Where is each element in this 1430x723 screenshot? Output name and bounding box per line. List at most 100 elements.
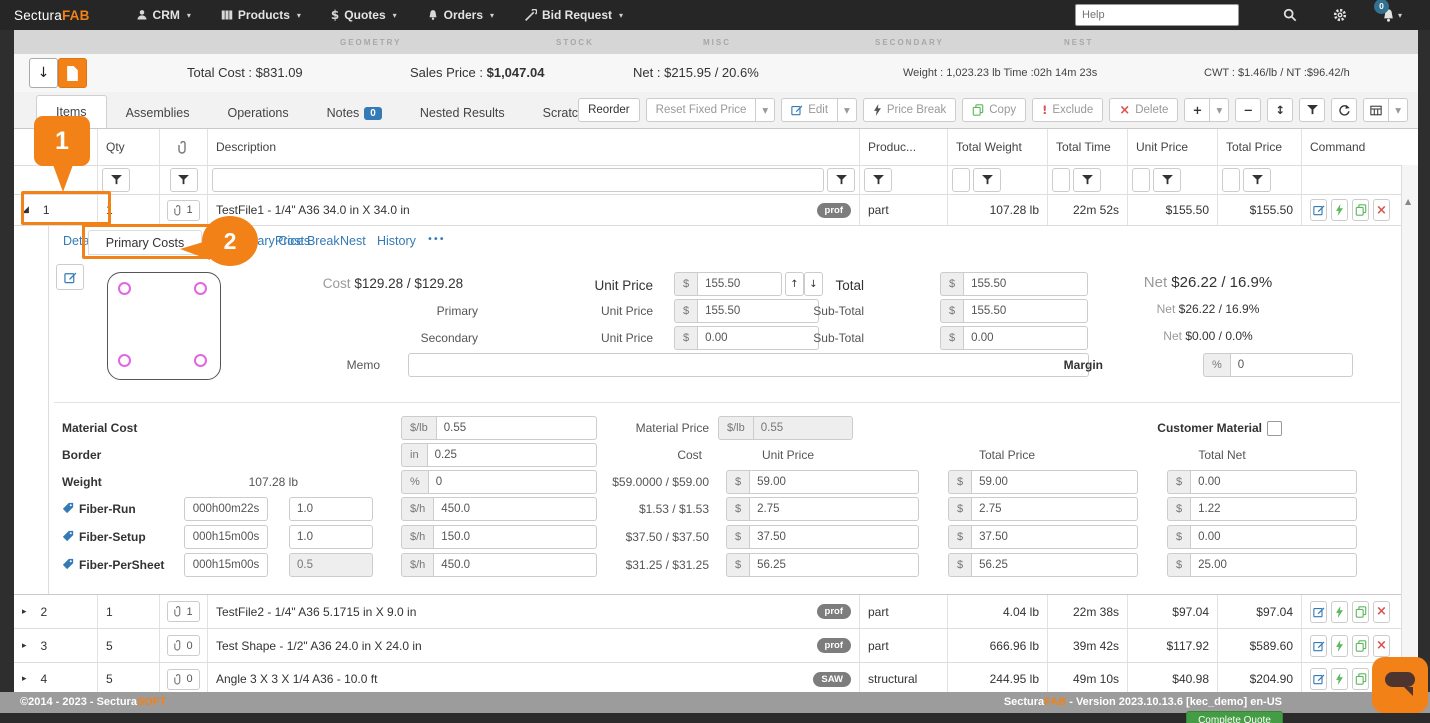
fiber-run-qty-input[interactable]	[289, 497, 373, 521]
total-price-filter-input[interactable]	[1222, 168, 1240, 192]
row-copy-button[interactable]	[1352, 601, 1369, 623]
col-total-price[interactable]: Total Price	[1218, 129, 1302, 165]
margin-input[interactable]	[1230, 353, 1353, 377]
expand-cell[interactable]: ▸4	[14, 663, 98, 695]
row-copy-button[interactable]	[1352, 635, 1369, 657]
fiber-persheet-time-input[interactable]	[184, 553, 268, 577]
fiber-run-time-input[interactable]	[184, 497, 268, 521]
funnel-icon[interactable]	[170, 168, 198, 192]
description-cell[interactable]: TestFile2 - 1/4" A36 5.1715 in X 9.0 inp…	[208, 595, 860, 628]
col-total-weight[interactable]: Total Weight	[948, 129, 1048, 165]
row-copy-button[interactable]	[1352, 668, 1369, 690]
funnel-icon[interactable]	[1153, 168, 1181, 192]
detail-edit-button[interactable]	[56, 264, 84, 290]
chat-widget-button[interactable]	[1372, 657, 1428, 713]
customer-material-checkbox[interactable]	[1267, 421, 1282, 436]
memo-input[interactable]	[408, 353, 1089, 377]
delete-button[interactable]: × Delete	[1109, 98, 1178, 122]
row-price-break-button[interactable]	[1331, 635, 1348, 657]
remove-item-button[interactable]: −	[1235, 98, 1261, 122]
document-button[interactable]	[58, 58, 87, 88]
col-unit-price[interactable]: Unit Price	[1128, 129, 1218, 165]
col-qty[interactable]: Qty	[98, 129, 160, 165]
help-search-input[interactable]	[1075, 4, 1239, 26]
row-price-break-button[interactable]	[1331, 199, 1348, 221]
row-edit-button[interactable]	[1310, 668, 1327, 690]
exclude-button[interactable]: ! Exclude	[1032, 98, 1103, 122]
copy-button[interactable]: Copy	[962, 98, 1026, 122]
col-product[interactable]: Produc...	[860, 129, 948, 165]
product-cell[interactable]: part	[860, 595, 948, 628]
expand-cell[interactable]: ▸2	[14, 595, 98, 628]
fiber-persheet-total-price-input[interactable]	[971, 553, 1138, 577]
add-item-button[interactable]: +	[1184, 98, 1210, 122]
row-price-break-button[interactable]	[1331, 668, 1348, 690]
total-input[interactable]	[963, 272, 1088, 296]
funnel-icon[interactable]	[864, 168, 892, 192]
row-edit-button[interactable]	[1310, 635, 1327, 657]
product-cell[interactable]: part	[860, 629, 948, 662]
funnel-icon[interactable]	[1073, 168, 1101, 192]
funnel-icon[interactable]	[827, 168, 855, 192]
menu-quotes[interactable]: $ Quotes ▾	[331, 8, 397, 22]
fiber-setup-total-net-input[interactable]	[1190, 525, 1357, 549]
expand-cell[interactable]: ▸3	[14, 629, 98, 662]
funnel-icon[interactable]	[973, 168, 1001, 192]
qty-cell[interactable]: 5	[98, 629, 160, 662]
funnel-icon[interactable]	[102, 168, 130, 192]
menu-bid-request[interactable]: Bid Request ▾	[524, 8, 623, 22]
reorder-button[interactable]: Reorder	[578, 98, 640, 122]
row-copy-button[interactable]	[1352, 199, 1369, 221]
weight-filter-input[interactable]	[952, 168, 970, 192]
col-total-time[interactable]: Total Time	[1048, 129, 1128, 165]
tab-notes[interactable]: Notes0	[308, 97, 401, 129]
secondary-subtotal-input[interactable]	[963, 326, 1088, 350]
add-item-caret[interactable]: ▾	[1210, 98, 1229, 122]
refresh-button[interactable]	[1331, 98, 1357, 122]
tab-operations[interactable]: Operations	[208, 97, 307, 129]
fiber-setup-unit-price-input[interactable]	[749, 525, 919, 549]
edit-button[interactable]: Edit	[781, 98, 838, 122]
reset-fixed-price-caret[interactable]: ▾	[756, 98, 775, 122]
part-preview[interactable]	[107, 272, 221, 380]
row-delete-button[interactable]: ×	[1373, 199, 1390, 221]
description-cell[interactable]: Angle 3 X 3 X 1/4 A36 - 10.0 ftSAW	[208, 663, 860, 695]
tab-nested-results[interactable]: Nested Results	[401, 97, 524, 129]
fiber-run-unit-price-input[interactable]	[749, 497, 919, 521]
table-columns-button[interactable]	[1363, 98, 1389, 122]
gear-icon[interactable]	[1333, 8, 1347, 22]
tab-assemblies[interactable]: Assemblies	[107, 97, 209, 129]
row-edit-button[interactable]	[1310, 199, 1327, 221]
weight-total-net-input[interactable]	[1190, 470, 1357, 494]
detail-tab-price-break[interactable]: Price Break	[275, 234, 340, 248]
row-delete-button[interactable]: ×	[1373, 601, 1390, 623]
qty-cell[interactable]: 1	[98, 595, 160, 628]
col-description[interactable]: Description	[208, 129, 860, 165]
attachments-cell[interactable]: 0	[160, 629, 208, 662]
attachments-cell[interactable]: 1	[160, 595, 208, 628]
search-icon[interactable]	[1283, 8, 1297, 22]
menu-orders[interactable]: Orders ▾	[427, 8, 494, 22]
col-attachments[interactable]	[160, 129, 208, 165]
detail-tab-nest[interactable]: Nest	[340, 234, 366, 248]
scroll-up-icon[interactable]: ▲	[1405, 197, 1411, 206]
attachments-cell[interactable]: 1	[160, 195, 208, 225]
detail-tab-more[interactable]: •••	[427, 234, 445, 245]
sort-button[interactable]: ↕	[1267, 98, 1293, 122]
item-row-4[interactable]: ▸4 5 0 Angle 3 X 3 X 1/4 A36 - 10.0 ftSA…	[14, 663, 1418, 695]
description-cell[interactable]: Test Shape - 1/2" A36 24.0 in X 24.0 inp…	[208, 629, 860, 662]
weight-total-price-input[interactable]	[971, 470, 1138, 494]
funnel-icon[interactable]	[1243, 168, 1271, 192]
qty-cell[interactable]: 5	[98, 663, 160, 695]
menu-products[interactable]: Products ▾	[221, 8, 301, 22]
item-row-2[interactable]: ▸2 1 1 TestFile2 - 1/4" A36 5.1715 in X …	[14, 595, 1418, 629]
collapse-all-button[interactable]: ↓	[29, 58, 58, 88]
attachments-cell[interactable]: 0	[160, 663, 208, 695]
notifications-button[interactable]: 0 ▾	[1381, 8, 1402, 23]
grid-scrollbar[interactable]: ▲	[1401, 165, 1418, 689]
fiber-setup-total-price-input[interactable]	[971, 525, 1138, 549]
row-edit-button[interactable]	[1310, 601, 1327, 623]
table-columns-caret[interactable]: ▾	[1389, 98, 1408, 122]
weight-unit-price-input[interactable]	[749, 470, 919, 494]
edit-caret[interactable]: ▾	[838, 98, 857, 122]
